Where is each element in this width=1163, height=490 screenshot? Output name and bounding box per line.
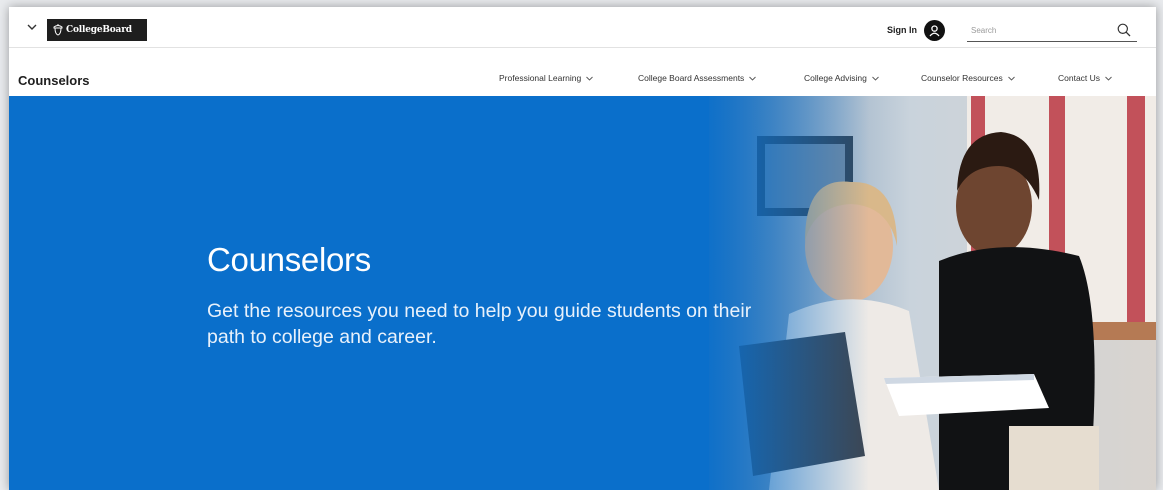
user-icon <box>924 19 945 41</box>
chevron-down-icon <box>749 75 757 82</box>
chevron-down-icon <box>27 24 37 30</box>
chevron-down-icon <box>872 75 879 82</box>
hero-title: Counselors <box>207 241 371 278</box>
hero-photo <box>699 96 1156 490</box>
nav-item-college-advising[interactable]: College Advising <box>804 73 879 83</box>
chevron-down-icon <box>1105 75 1112 82</box>
collegeboard-logo[interactable]: CollegeBoard <box>47 19 147 41</box>
nav-item-label: Counselor Resources <box>921 73 1003 83</box>
menu-toggle-button[interactable] <box>23 18 41 36</box>
nav-item-contact-us[interactable]: Contact Us <box>1058 73 1112 83</box>
nav-item-label: Professional Learning <box>499 73 582 83</box>
acorn-icon <box>53 24 63 36</box>
site-navigation: Counselors Professional Learning College… <box>9 48 1156 96</box>
search-icon[interactable] <box>1117 23 1131 37</box>
nav-item-college-board-assessments[interactable]: College Board Assessments <box>638 73 757 83</box>
chevron-down-icon <box>1007 75 1015 82</box>
logo-text: CollegeBoard <box>66 25 132 35</box>
nav-item-professional-learning[interactable]: Professional Learning <box>499 73 594 83</box>
chevron-down-icon <box>586 75 594 82</box>
nav-item-label: College Board Assessments <box>638 73 745 83</box>
nav-item-label: Contact Us <box>1058 73 1101 83</box>
nav-item-label: College Advising <box>804 73 867 83</box>
hero-subtitle: Get the resources you need to help you g… <box>207 300 752 348</box>
sign-in-label: Sign In <box>887 25 917 35</box>
sign-in-button[interactable]: Sign In <box>887 19 945 41</box>
site-title[interactable]: Counselors <box>18 73 90 88</box>
hero-banner: Counselors Get the resources you need to… <box>9 96 1156 490</box>
search-field <box>967 19 1137 42</box>
global-header: CollegeBoard Sign In <box>9 7 1156 48</box>
browser-page: CollegeBoard Sign In Counselors <box>9 7 1156 490</box>
search-input[interactable] <box>967 25 1109 35</box>
nav-item-counselor-resources[interactable]: Counselor Resources <box>921 73 1015 83</box>
